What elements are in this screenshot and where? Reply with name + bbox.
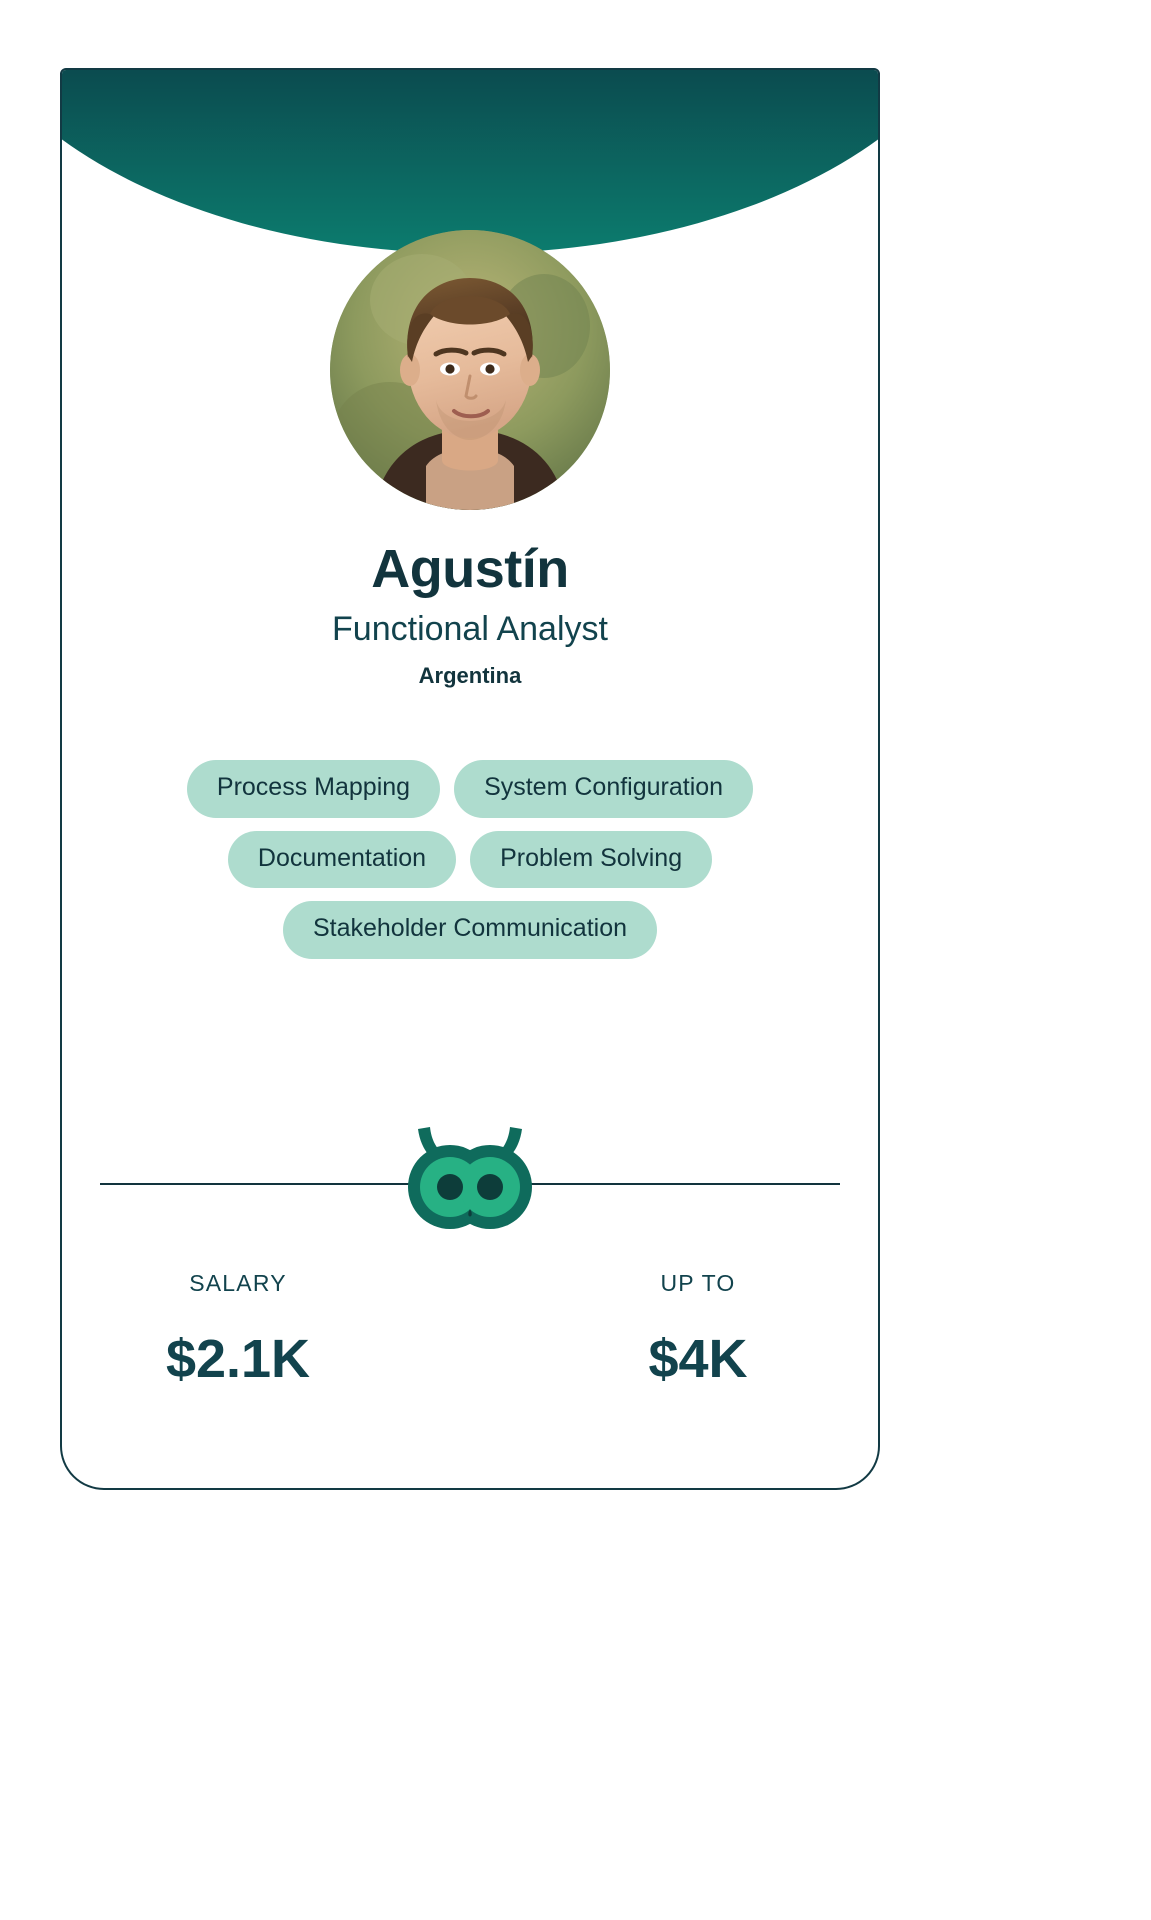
- brand-divider: [62, 1115, 878, 1235]
- salary-max-label: UP TO: [660, 1270, 736, 1296]
- compensation-row: SALARY $2.1K UP TO $4K: [62, 1270, 878, 1389]
- avatar: [330, 230, 610, 510]
- salary-base-value: $2.1K: [165, 1328, 311, 1389]
- profile-country: Argentina: [418, 663, 522, 689]
- salary-base-block: SALARY $2.1K: [62, 1270, 470, 1389]
- salary-max-block: UP TO $4K: [470, 1270, 878, 1389]
- skill-tag[interactable]: System Configuration: [454, 760, 754, 818]
- salary-base-label: SALARY: [189, 1270, 287, 1296]
- page-title: Agustín: [371, 539, 569, 599]
- skill-tag[interactable]: Process Mapping: [186, 760, 441, 818]
- salary-max-value: $4K: [648, 1328, 748, 1389]
- talent-profile-card: Agustín Functional Analyst Argentina Pro…: [60, 68, 880, 1490]
- skill-tag[interactable]: Problem Solving: [470, 830, 713, 888]
- skill-tag[interactable]: Stakeholder Communication: [282, 901, 658, 959]
- skill-tag-list: Process Mapping System Configuration Doc…: [102, 760, 838, 959]
- skill-tag[interactable]: Documentation: [227, 830, 457, 888]
- screenshot-root: Agustín Functional Analyst Argentina Pro…: [0, 0, 1151, 1920]
- profile-identity: Agustín Functional Analyst Argentina: [62, 540, 878, 690]
- owl-logo-icon: [400, 1115, 540, 1235]
- profile-role: Functional Analyst: [332, 610, 608, 649]
